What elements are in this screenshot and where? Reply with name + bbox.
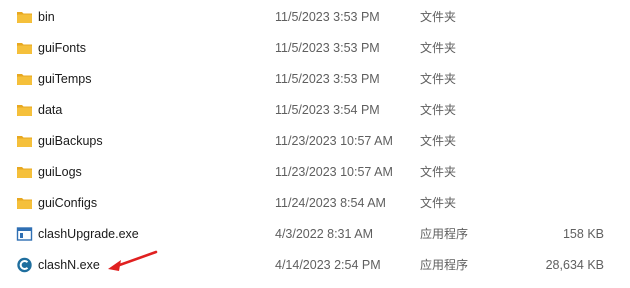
folder-icon	[16, 164, 33, 180]
file-type: 文件夹	[420, 165, 457, 179]
file-row-guilogs[interactable]: guiLogs 11/23/2023 10:57 AM 文件夹	[0, 157, 630, 187]
file-size: 158 KB	[562, 227, 604, 241]
file-row-bin[interactable]: bin 11/5/2023 3:53 PM 文件夹	[0, 2, 630, 32]
folder-icon	[16, 102, 33, 118]
file-name: clashUpgrade.exe	[38, 227, 139, 241]
file-row-guifonts[interactable]: guiFonts 11/5/2023 3:53 PM 文件夹	[0, 33, 630, 63]
file-name: guiBackups	[38, 134, 103, 148]
file-type: 应用程序	[420, 258, 469, 272]
file-type: 应用程序	[420, 227, 469, 241]
file-row-clashupgrade-exe[interactable]: clashUpgrade.exe 4/3/2022 8:31 AM 应用程序 1…	[0, 219, 630, 249]
file-type: 文件夹	[420, 103, 457, 117]
file-name: data	[38, 103, 63, 117]
folder-icon	[16, 40, 33, 56]
file-name: guiTemps	[38, 72, 92, 86]
file-type: 文件夹	[420, 72, 457, 86]
file-row-guiconfigs[interactable]: guiConfigs 11/24/2023 8:54 AM 文件夹	[0, 188, 630, 218]
file-type: 文件夹	[420, 10, 457, 24]
folder-icon	[16, 195, 33, 211]
file-list: bin 11/5/2023 3:53 PM 文件夹 guiFonts 11/5/…	[0, 0, 630, 288]
clashn-app-icon	[16, 257, 33, 273]
date-modified: 11/23/2023 10:57 AM	[275, 165, 393, 179]
file-name: guiLogs	[38, 165, 82, 179]
file-type: 文件夹	[420, 41, 457, 55]
date-modified: 11/5/2023 3:53 PM	[275, 72, 380, 86]
file-name: guiFonts	[38, 41, 86, 55]
folder-icon	[16, 71, 33, 87]
file-row-clashn-exe[interactable]: clashN.exe 4/14/2023 2:54 PM 应用程序 28,634…	[0, 250, 630, 280]
date-modified: 11/23/2023 10:57 AM	[275, 134, 393, 148]
file-row-data[interactable]: data 11/5/2023 3:54 PM 文件夹	[0, 95, 630, 125]
date-modified: 4/3/2022 8:31 AM	[275, 227, 373, 241]
date-modified: 4/14/2023 2:54 PM	[275, 258, 381, 272]
file-name: bin	[38, 10, 55, 24]
file-name: clashN.exe	[38, 258, 100, 272]
date-modified: 11/5/2023 3:53 PM	[275, 10, 380, 24]
annotation-arrow-icon	[108, 250, 158, 271]
file-size: 28,634 KB	[545, 258, 604, 272]
date-modified: 11/5/2023 3:54 PM	[275, 103, 380, 117]
file-type: 文件夹	[420, 134, 457, 148]
folder-icon	[16, 9, 33, 25]
file-row-guibackups[interactable]: guiBackups 11/23/2023 10:57 AM 文件夹	[0, 126, 630, 156]
folder-icon	[16, 133, 33, 149]
date-modified: 11/24/2023 8:54 AM	[275, 196, 386, 210]
file-row-guitemps[interactable]: guiTemps 11/5/2023 3:53 PM 文件夹	[0, 64, 630, 94]
application-window-icon	[16, 226, 33, 242]
date-modified: 11/5/2023 3:53 PM	[275, 41, 380, 55]
file-type: 文件夹	[420, 196, 457, 210]
file-name: guiConfigs	[38, 196, 98, 210]
